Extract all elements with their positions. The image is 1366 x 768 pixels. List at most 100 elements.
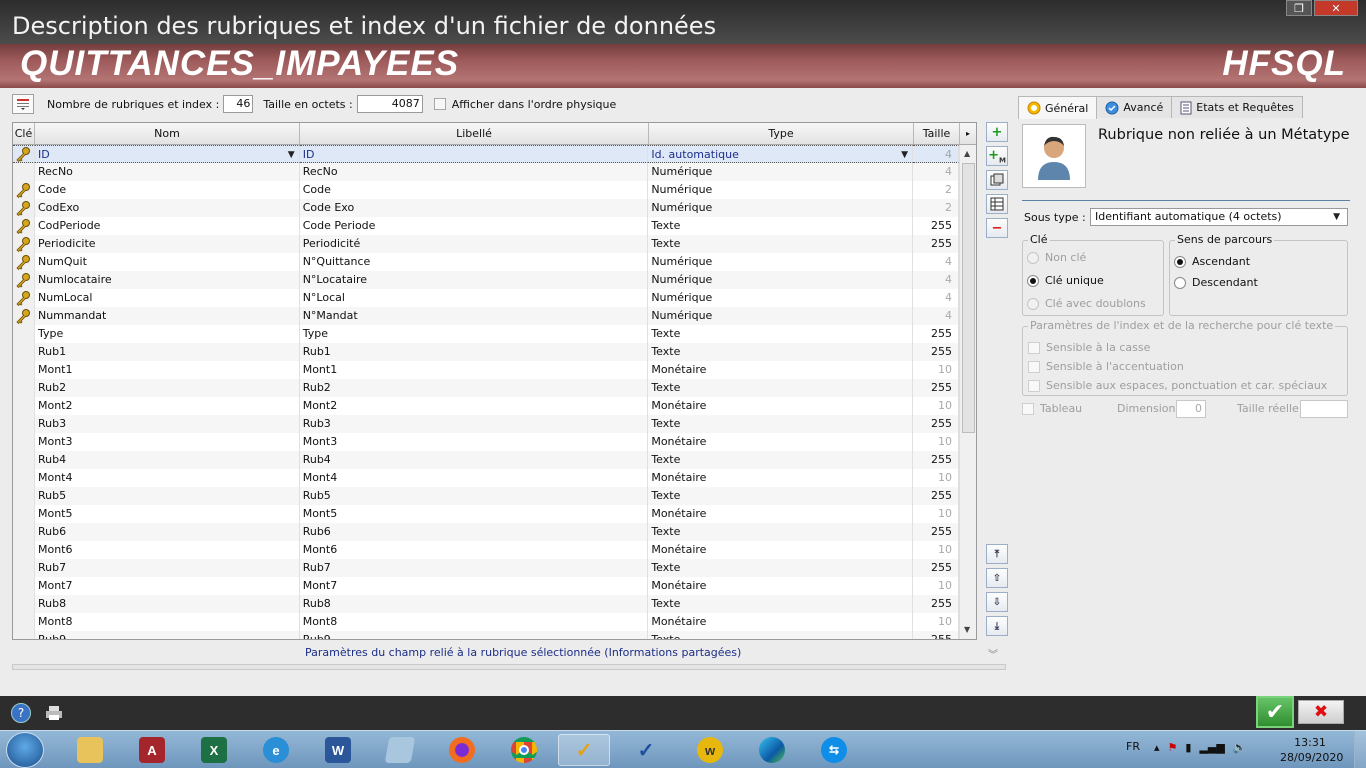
composite-key-button[interactable] — [986, 194, 1008, 214]
radio-ascending[interactable]: Ascendant — [1174, 255, 1250, 268]
table-row[interactable]: Type Type Texte 255 — [13, 325, 960, 343]
field-type-cell[interactable]: Numérique — [648, 307, 914, 325]
taskbar-access[interactable]: A — [126, 734, 178, 766]
field-type-cell[interactable]: Monétaire — [648, 433, 914, 451]
field-label-cell[interactable]: Mont2 — [299, 397, 649, 415]
field-size-cell[interactable]: 4 — [913, 163, 960, 181]
table-row[interactable]: Mont6 Mont6 Monétaire 10 — [13, 541, 960, 559]
taskbar-windev[interactable]: ✓ — [558, 734, 610, 766]
table-row[interactable]: NumLocal N°Local Numérique 4 — [13, 289, 960, 307]
field-label-cell[interactable]: Rub3 — [299, 415, 649, 433]
field-label-cell[interactable]: Periodicité — [299, 235, 649, 253]
field-type-cell[interactable]: Monétaire — [648, 469, 914, 487]
col-header-label[interactable]: Libellé — [300, 123, 649, 144]
field-name-cell[interactable]: Rub6 — [34, 523, 300, 541]
field-size-cell[interactable]: 4 — [913, 271, 960, 289]
field-name-cell[interactable]: Rub5 — [34, 487, 300, 505]
chevron-down-icon[interactable]: ▼ — [901, 146, 908, 162]
field-label-cell[interactable]: Rub1 — [299, 343, 649, 361]
move-bottom-button[interactable]: ⤓ — [986, 616, 1008, 636]
field-label-cell[interactable]: Rub8 — [299, 595, 649, 613]
table-row[interactable]: NumQuit N°Quittance Numérique 4 — [13, 253, 960, 271]
taskbar-chrome[interactable] — [498, 734, 550, 766]
tab-reports-queries[interactable]: Etats et Requêtes — [1171, 96, 1303, 118]
field-label-cell[interactable]: ID — [299, 145, 649, 163]
field-type-cell[interactable]: Texte — [648, 559, 914, 577]
field-type-cell[interactable]: Texte — [648, 379, 914, 397]
field-size-cell[interactable]: 255 — [913, 487, 960, 505]
ok-button[interactable]: ✔ — [1256, 696, 1294, 728]
field-label-cell[interactable]: Mont4 — [299, 469, 649, 487]
field-name-cell[interactable]: Mont2 — [34, 397, 300, 415]
field-size-cell[interactable]: 10 — [913, 361, 960, 379]
field-label-cell[interactable]: Rub6 — [299, 523, 649, 541]
field-name-cell[interactable]: CodPeriode — [34, 217, 300, 235]
field-size-cell[interactable]: 4 — [913, 253, 960, 271]
add-field-button[interactable]: + — [986, 122, 1008, 142]
field-size-cell[interactable]: 10 — [913, 577, 960, 595]
field-name-cell[interactable]: Mont3 — [34, 433, 300, 451]
taskbar-firefox[interactable] — [436, 734, 488, 766]
volume-icon[interactable]: 🔈 — [1233, 741, 1247, 754]
field-label-cell[interactable]: Code Periode — [299, 217, 649, 235]
table-row[interactable]: Rub2 Rub2 Texte 255 — [13, 379, 960, 397]
field-size-cell[interactable]: 255 — [913, 343, 960, 361]
field-size-cell[interactable]: 10 — [913, 613, 960, 631]
radio-dupes-key[interactable]: Clé avec doublons — [1027, 297, 1146, 310]
table-row[interactable]: Mont2 Mont2 Monétaire 10 — [13, 397, 960, 415]
field-name-cell[interactable]: NumLocal — [34, 289, 300, 307]
field-label-cell[interactable]: Rub4 — [299, 451, 649, 469]
field-name-cell[interactable]: Rub1 — [34, 343, 300, 361]
field-name-cell[interactable]: Rub4 — [34, 451, 300, 469]
tray-expand-icon[interactable]: ▴ — [1154, 741, 1160, 754]
array-checkbox[interactable]: Tableau — [1022, 402, 1082, 415]
field-type-cell[interactable]: Texte — [648, 595, 914, 613]
field-size-cell[interactable]: 255 — [913, 379, 960, 397]
menu-button[interactable] — [12, 94, 34, 114]
print-icon[interactable] — [44, 703, 64, 723]
field-type-cell[interactable]: Texte — [648, 415, 914, 433]
field-name-cell[interactable]: Nummandat — [34, 307, 300, 325]
taskbar-word[interactable]: W — [312, 734, 364, 766]
field-name-cell[interactable]: Rub7 — [34, 559, 300, 577]
clock[interactable]: 13:31 28/09/2020 — [1280, 735, 1343, 765]
radio-descending[interactable]: Descendant — [1174, 276, 1258, 289]
tab-general[interactable]: Général — [1018, 96, 1098, 119]
table-row[interactable]: Mont8 Mont8 Monétaire 10 — [13, 613, 960, 631]
field-size-cell[interactable]: 4 — [913, 145, 960, 163]
field-name-cell[interactable]: Rub8 — [34, 595, 300, 613]
language-indicator[interactable]: FR — [1126, 740, 1140, 753]
field-label-cell[interactable]: N°Local — [299, 289, 649, 307]
field-label-cell[interactable]: N°Quittance — [299, 253, 649, 271]
table-row[interactable]: Mont1 Mont1 Monétaire 10 — [13, 361, 960, 379]
field-label-cell[interactable]: Mont5 — [299, 505, 649, 523]
field-label-cell[interactable]: Rub2 — [299, 379, 649, 397]
field-type-cell[interactable]: Numérique — [648, 271, 914, 289]
field-type-cell[interactable]: Monétaire — [648, 577, 914, 595]
scroll-down-icon[interactable]: ▼ — [964, 625, 970, 634]
col-header-type[interactable]: Type — [649, 123, 914, 144]
field-name-cell[interactable]: Rub2 — [34, 379, 300, 397]
table-row[interactable]: Rub9 Rub9 Texte 255 — [13, 631, 960, 639]
dimension-field[interactable]: 0 — [1176, 400, 1206, 418]
field-size-cell[interactable]: 255 — [913, 325, 960, 343]
field-label-cell[interactable]: N°Locataire — [299, 271, 649, 289]
table-row[interactable]: Rub6 Rub6 Texte 255 — [13, 523, 960, 541]
field-type-cell[interactable]: Texte — [648, 631, 914, 639]
radio-non-key[interactable]: Non clé — [1027, 251, 1086, 264]
field-type-cell[interactable]: Texte — [648, 235, 914, 253]
field-name-cell[interactable]: Mont7 — [34, 577, 300, 595]
subtype-select[interactable]: Identifiant automatique (4 octets) ▼ — [1090, 208, 1348, 226]
field-type-cell[interactable]: Numérique — [648, 163, 914, 181]
vertical-scrollbar[interactable]: ▲ ▼ — [959, 145, 976, 639]
field-type-cell[interactable]: Numérique — [648, 181, 914, 199]
field-type-cell[interactable]: Numérique — [648, 253, 914, 271]
move-down-button[interactable]: ⇩ — [986, 592, 1008, 612]
battery-icon[interactable]: ▮ — [1185, 741, 1191, 754]
field-name-cell[interactable]: Periodicite — [34, 235, 300, 253]
field-label-cell[interactable]: N°Mandat — [299, 307, 649, 325]
field-name-cell[interactable]: Rub9 — [34, 631, 300, 639]
table-row[interactable]: Nummandat N°Mandat Numérique 4 — [13, 307, 960, 325]
table-row[interactable]: Rub1 Rub1 Texte 255 — [13, 343, 960, 361]
table-row[interactable]: Mont4 Mont4 Monétaire 10 — [13, 469, 960, 487]
